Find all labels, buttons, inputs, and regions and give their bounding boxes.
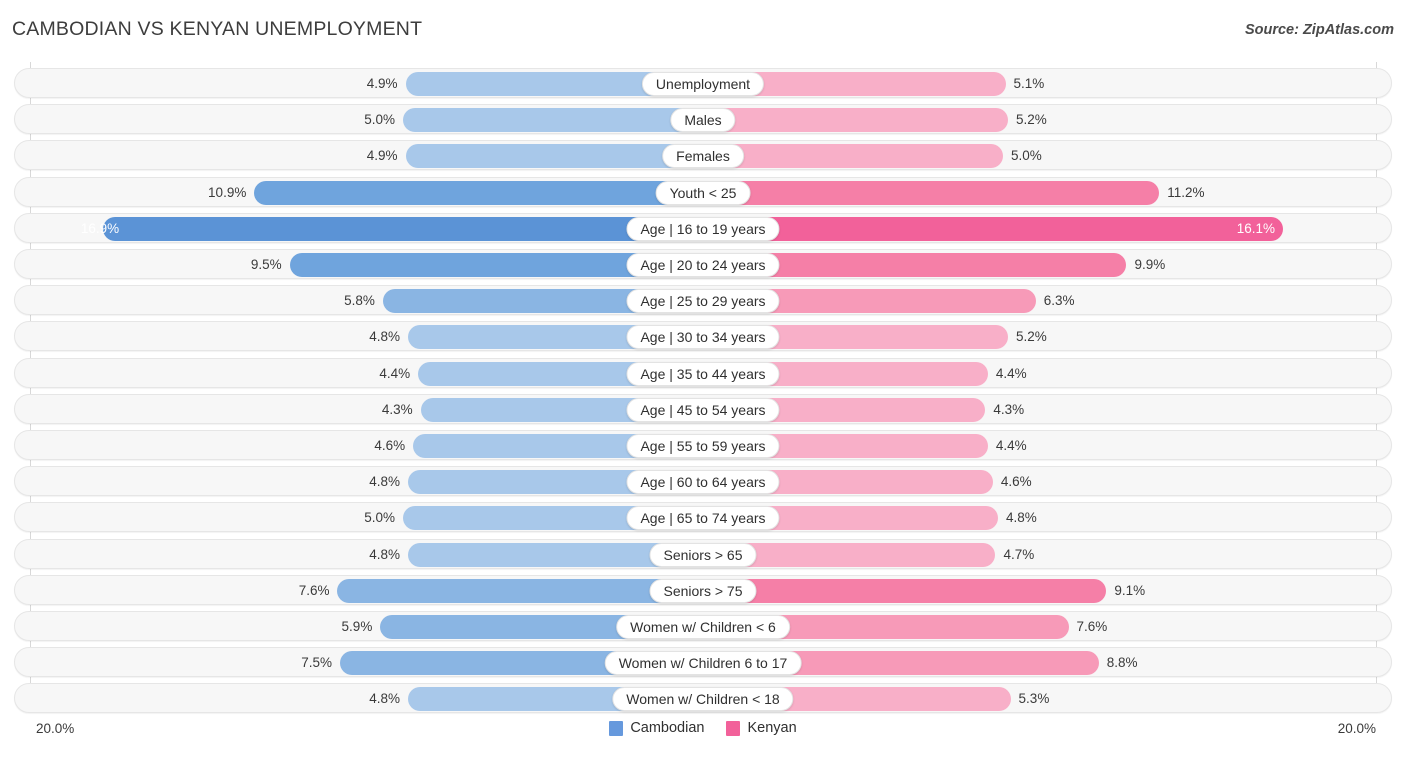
- bar-cambodian[interactable]: [337, 578, 703, 603]
- value-label-kenyan: 9.1%: [1114, 582, 1146, 598]
- value-label-kenyan: 4.7%: [1003, 546, 1035, 562]
- value-label-kenyan: 4.3%: [993, 401, 1025, 417]
- value-label-kenyan: 4.4%: [995, 365, 1027, 381]
- table-row[interactable]: 4.9% 5.1% Unemployment: [14, 68, 1392, 98]
- page-title: CAMBODIAN VS KENYAN UNEMPLOYMENT: [12, 18, 423, 40]
- value-label-kenyan: 5.3%: [1018, 691, 1050, 707]
- chart-footer: 20.0% 20.0% Cambodian Kenyan: [0, 717, 1406, 757]
- bar-cambodian[interactable]: [254, 180, 703, 205]
- value-label-kenyan: 11.2%: [1167, 184, 1205, 200]
- legend-label-cambodian: Cambodian: [630, 720, 705, 736]
- value-label-kenyan: 5.2%: [1016, 112, 1047, 128]
- table-row[interactable]: 4.4% 4.4% Age | 35 to 44 years: [14, 357, 1392, 388]
- category-label[interactable]: Age | 55 to 59 years: [626, 434, 780, 458]
- table-row[interactable]: 4.8% 4.6% Age | 60 to 64 years: [14, 466, 1392, 497]
- value-label-kenyan: 7.6%: [1076, 619, 1108, 634]
- table-row[interactable]: 7.5% 8.8% Women w/ Children 6 to 17: [14, 647, 1392, 678]
- table-row[interactable]: 16.9% 16.1% Age | 16 to 19 years: [14, 212, 1392, 243]
- legend-item-kenyan[interactable]: Kenyan: [726, 720, 797, 736]
- category-label[interactable]: Seniors > 65: [649, 542, 757, 567]
- bar-kenyan[interactable]: [703, 108, 1009, 133]
- bar-cambodian[interactable]: [405, 144, 703, 169]
- category-label[interactable]: Unemployment: [641, 72, 765, 96]
- value-label-kenyan: 4.4%: [995, 438, 1027, 453]
- value-label-kenyan: 9.9%: [1134, 257, 1166, 272]
- table-row[interactable]: 4.9% 5.0% Females: [14, 140, 1392, 171]
- table-row[interactable]: 5.0% 4.8% Age | 65 to 74 years: [14, 502, 1392, 533]
- table-row[interactable]: 4.3% 4.3% Age | 45 to 54 years: [14, 393, 1392, 424]
- table-row[interactable]: 4.8% 5.2% Age | 30 to 34 years: [14, 321, 1392, 352]
- table-row[interactable]: 5.0% 5.2% Males: [14, 104, 1392, 135]
- value-label-cambodian: 16.9%: [80, 220, 120, 236]
- value-label-cambodian: 4.6%: [374, 438, 406, 453]
- bar-cambodian[interactable]: [403, 108, 703, 133]
- value-label-kenyan: 16.1%: [1236, 220, 1275, 236]
- bar-kenyan[interactable]: [703, 180, 1160, 205]
- value-label-cambodian: 4.8%: [369, 546, 401, 562]
- value-label-cambodian: 4.4%: [379, 365, 411, 381]
- table-row[interactable]: 4.6% 4.4% Age | 55 to 59 years: [14, 430, 1392, 460]
- value-label-cambodian: 4.9%: [366, 148, 398, 164]
- category-label[interactable]: Women w/ Children < 18: [612, 687, 794, 712]
- bar-cambodian[interactable]: [103, 216, 703, 241]
- category-label[interactable]: Age | 16 to 19 years: [626, 216, 780, 241]
- table-row[interactable]: 4.8% 5.3% Women w/ Children < 18: [14, 683, 1392, 714]
- legend-swatch-cambodian: [609, 720, 624, 736]
- legend-label-kenyan: Kenyan: [747, 720, 797, 736]
- category-label[interactable]: Age | 20 to 24 years: [626, 253, 780, 277]
- category-label[interactable]: Females: [662, 144, 744, 169]
- table-row[interactable]: 10.9% 11.2% Youth < 25: [14, 176, 1392, 207]
- legend-swatch-kenyan: [726, 720, 741, 736]
- category-label[interactable]: Age | 60 to 64 years: [626, 470, 780, 495]
- value-label-cambodian: 4.8%: [369, 691, 401, 707]
- value-label-kenyan: 5.2%: [1016, 329, 1047, 345]
- table-row[interactable]: 5.8% 6.3% Age | 25 to 29 years: [14, 285, 1392, 316]
- category-label[interactable]: Age | 45 to 54 years: [626, 397, 780, 422]
- category-label[interactable]: Males: [670, 108, 736, 133]
- value-label-kenyan: 5.1%: [1013, 76, 1045, 91]
- value-label-kenyan: 6.3%: [1043, 293, 1075, 309]
- chart-legend: Cambodian Kenyan: [0, 720, 1406, 736]
- value-label-cambodian: 7.6%: [298, 582, 330, 598]
- bar-kenyan[interactable]: [703, 144, 1003, 169]
- category-label[interactable]: Age | 65 to 74 years: [626, 506, 780, 531]
- value-label-kenyan: 5.0%: [1011, 148, 1042, 164]
- table-row[interactable]: 4.8% 4.7% Seniors > 65: [14, 538, 1392, 569]
- value-label-cambodian: 9.5%: [250, 257, 282, 272]
- table-row[interactable]: 7.6% 9.1% Seniors > 75: [14, 574, 1392, 605]
- source-attribution: Source: ZipAtlas.com: [1244, 22, 1394, 38]
- value-label-cambodian: 4.3%: [381, 401, 413, 417]
- category-label[interactable]: Women w/ Children < 6: [616, 615, 790, 639]
- value-label-cambodian: 4.9%: [366, 76, 398, 91]
- value-label-cambodian: 7.5%: [301, 655, 332, 671]
- value-label-cambodian: 5.0%: [364, 510, 395, 526]
- category-label[interactable]: Seniors > 75: [649, 578, 757, 603]
- legend-item-cambodian[interactable]: Cambodian: [609, 720, 704, 736]
- chart-page: CAMBODIAN VS KENYAN UNEMPLOYMENT Source:…: [0, 0, 1406, 757]
- value-label-kenyan: 4.6%: [1000, 474, 1032, 490]
- category-label[interactable]: Age | 30 to 34 years: [626, 325, 780, 350]
- value-label-kenyan: 4.8%: [1005, 510, 1037, 526]
- bar-kenyan[interactable]: [703, 216, 1283, 241]
- table-row[interactable]: 5.9% 7.6% Women w/ Children < 6: [14, 611, 1392, 641]
- value-label-kenyan: 8.8%: [1106, 655, 1138, 671]
- value-label-cambodian: 5.9%: [341, 619, 373, 634]
- category-label[interactable]: Women w/ Children 6 to 17: [604, 651, 802, 676]
- bar-kenyan[interactable]: [703, 578, 1107, 603]
- chart-plot-area: 4.9% 5.1% Unemployment 5.0% 5.2% Males 4.9% 5.0…: [0, 62, 1406, 717]
- category-label[interactable]: Age | 35 to 44 years: [626, 361, 780, 386]
- value-label-cambodian: 4.8%: [369, 329, 401, 345]
- value-label-cambodian: 5.0%: [364, 112, 395, 128]
- table-row[interactable]: 9.5% 9.9% Age | 20 to 24 years: [14, 249, 1392, 279]
- value-label-cambodian: 5.8%: [344, 293, 375, 309]
- category-label[interactable]: Age | 25 to 29 years: [626, 289, 780, 314]
- category-label[interactable]: Youth < 25: [655, 180, 751, 205]
- value-label-cambodian: 10.9%: [208, 184, 247, 200]
- value-label-cambodian: 4.8%: [369, 474, 401, 490]
